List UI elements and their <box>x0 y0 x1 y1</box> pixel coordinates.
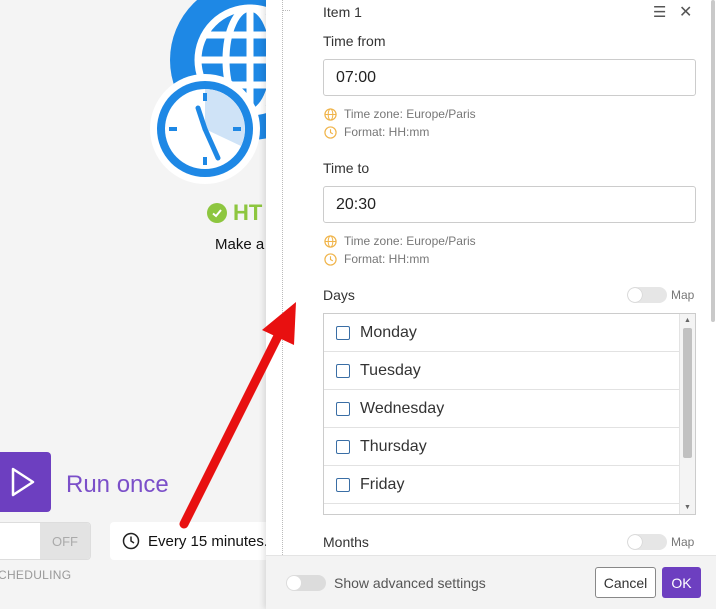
time-to-input[interactable] <box>323 186 696 223</box>
days-map-toggle[interactable]: Map <box>627 287 694 303</box>
map-switch[interactable] <box>627 287 667 303</box>
time-from-label: Time from <box>323 33 386 49</box>
hint-text: Time zone: Europe/Paris <box>344 107 476 121</box>
advanced-label: Show advanced settings <box>334 575 486 591</box>
scroll-up-icon[interactable]: ▲ <box>684 317 691 324</box>
panel-footer: Show advanced settings Cancel OK <box>266 555 716 609</box>
map-label: Map <box>671 288 695 302</box>
time-from-timezone-hint: Time zone: Europe/Paris <box>324 107 476 121</box>
run-once-label[interactable]: Run once <box>66 471 169 499</box>
toggle-off-label: OFF <box>40 523 90 559</box>
days-scrollbar[interactable]: ▲ ▼ <box>679 314 695 514</box>
schedule-setting[interactable]: Every 15 minutes. <box>110 522 280 560</box>
globe-icon <box>324 234 337 248</box>
scroll-thumb[interactable] <box>711 0 715 322</box>
checkbox[interactable] <box>336 477 350 492</box>
panel-scrollbar[interactable] <box>710 0 716 555</box>
hamburger-icon[interactable]: ☰ <box>653 3 666 21</box>
map-label: Map <box>671 535 695 549</box>
time-to-label: Time to <box>323 160 370 176</box>
hint-text: Format: HH:mm <box>344 252 430 266</box>
hint-text: Time zone: Europe/Paris <box>344 234 476 248</box>
toggle-knob <box>0 523 40 559</box>
day-label: Thursday <box>360 437 427 455</box>
checkbox[interactable] <box>336 325 350 340</box>
scheduling-label: CHEDULING <box>0 568 72 582</box>
scroll-thumb[interactable] <box>683 328 692 458</box>
schedule-text: Every 15 minutes. <box>148 532 269 550</box>
day-label: Friday <box>360 475 405 493</box>
play-icon <box>11 467 34 497</box>
checkbox[interactable] <box>336 401 350 416</box>
list-item[interactable]: Monday <box>324 314 680 352</box>
item-title: Item 1 <box>323 4 362 20</box>
close-icon[interactable]: ✕ <box>679 2 692 22</box>
hint-text: Format: HH:mm <box>344 125 430 139</box>
ok-button[interactable]: OK <box>662 567 701 598</box>
clock-icon <box>324 125 337 139</box>
advanced-switch[interactable] <box>286 575 326 591</box>
list-item[interactable]: Tuesday <box>324 352 680 390</box>
list-item[interactable]: Friday <box>324 466 680 504</box>
tree-guide-tick <box>282 10 290 11</box>
scroll-down-icon[interactable]: ▼ <box>684 504 691 511</box>
advanced-settings-toggle[interactable]: Show advanced settings <box>286 575 486 591</box>
day-label: Tuesday <box>360 361 421 379</box>
map-switch[interactable] <box>627 534 667 550</box>
cancel-button[interactable]: Cancel <box>595 567 656 598</box>
module-name: HT <box>207 200 262 226</box>
days-select-list: Monday Tuesday Wednesday Thursday Friday… <box>323 313 696 515</box>
list-item[interactable]: Thursday <box>324 428 680 466</box>
time-to-timezone-hint: Time zone: Europe/Paris <box>324 234 476 248</box>
day-label: Wednesday <box>360 399 445 417</box>
checkbox[interactable] <box>336 439 350 454</box>
module-name-text: HT <box>233 200 263 225</box>
tree-guide-line <box>282 0 283 555</box>
time-from-format-hint: Format: HH:mm <box>324 125 429 139</box>
months-map-toggle[interactable]: Map <box>627 534 694 550</box>
days-label: Days <box>323 287 355 303</box>
globe-icon <box>324 107 337 121</box>
time-from-input[interactable] <box>323 59 696 96</box>
checkbox[interactable] <box>336 363 350 378</box>
months-label: Months <box>323 534 369 550</box>
list-item[interactable]: Wednesday <box>324 390 680 428</box>
day-label: Monday <box>360 323 417 341</box>
clock-icon <box>324 252 337 266</box>
time-to-format-hint: Format: HH:mm <box>324 252 429 266</box>
scheduling-toggle[interactable]: OFF <box>0 522 91 560</box>
run-once-button[interactable] <box>0 452 51 512</box>
clock-icon <box>122 532 140 550</box>
settings-panel: Item 1 ☰ ✕ Time from Time zone: Europe/P… <box>266 0 716 609</box>
module-description: Make a <box>215 236 265 253</box>
check-circle-icon <box>207 203 227 223</box>
